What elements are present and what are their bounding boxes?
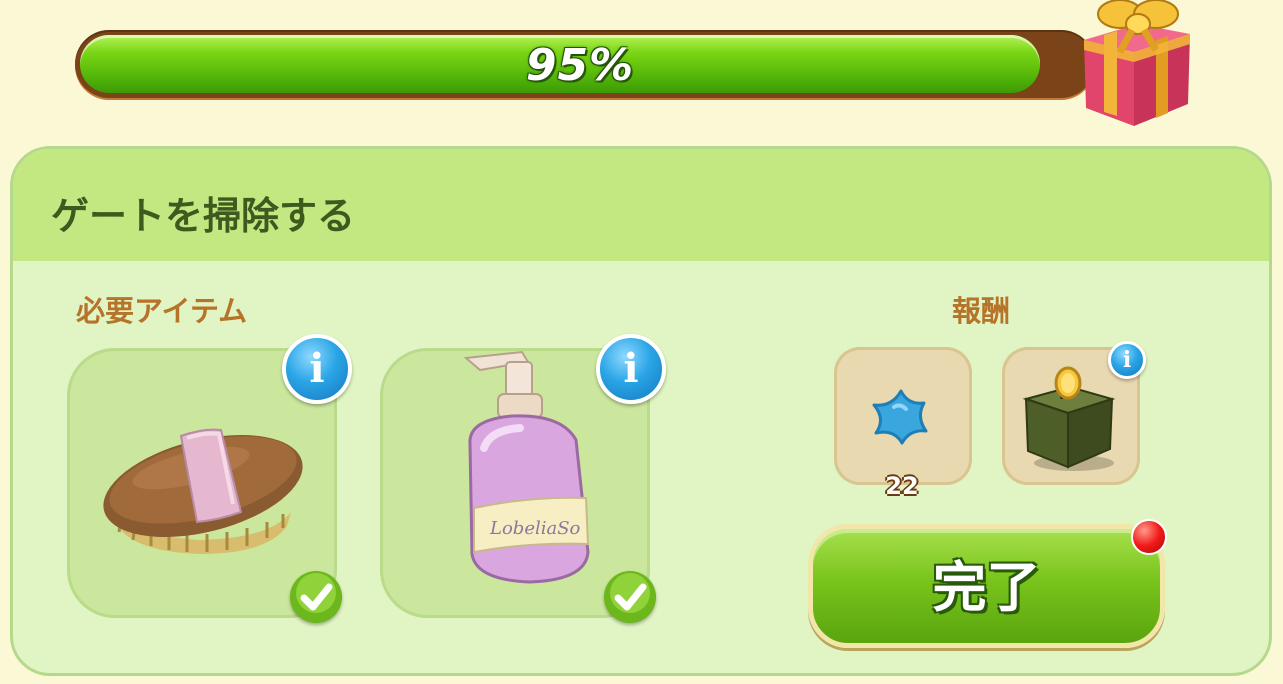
coin-box-icon	[1022, 366, 1116, 471]
checkmark-icon	[604, 571, 656, 623]
blue-star-icon	[872, 389, 928, 445]
rewards-label: 報酬	[952, 294, 1011, 328]
task-header: ゲートを掃除する	[13, 149, 1269, 261]
reward-count: 22	[885, 472, 919, 500]
notification-dot	[1131, 519, 1167, 555]
complete-button-label: 完了	[932, 556, 1041, 619]
gift-box-icon[interactable]	[1072, 0, 1202, 128]
progress-percent: 95%	[525, 40, 635, 91]
task-title: ゲートを掃除する	[51, 194, 356, 238]
info-button[interactable]: i	[1108, 341, 1146, 379]
checkmark-icon	[290, 571, 342, 623]
info-button[interactable]: i	[596, 334, 666, 404]
required-items-label: 必要アイテム	[76, 294, 248, 328]
brush-icon	[103, 428, 303, 554]
complete-button[interactable]: 完了	[808, 524, 1165, 648]
soap-label: LobeliaSo	[489, 518, 581, 539]
info-button[interactable]: i	[282, 334, 352, 404]
reward-star[interactable]	[834, 347, 972, 485]
soap-bottle-icon: LobeliaSo	[463, 350, 590, 584]
